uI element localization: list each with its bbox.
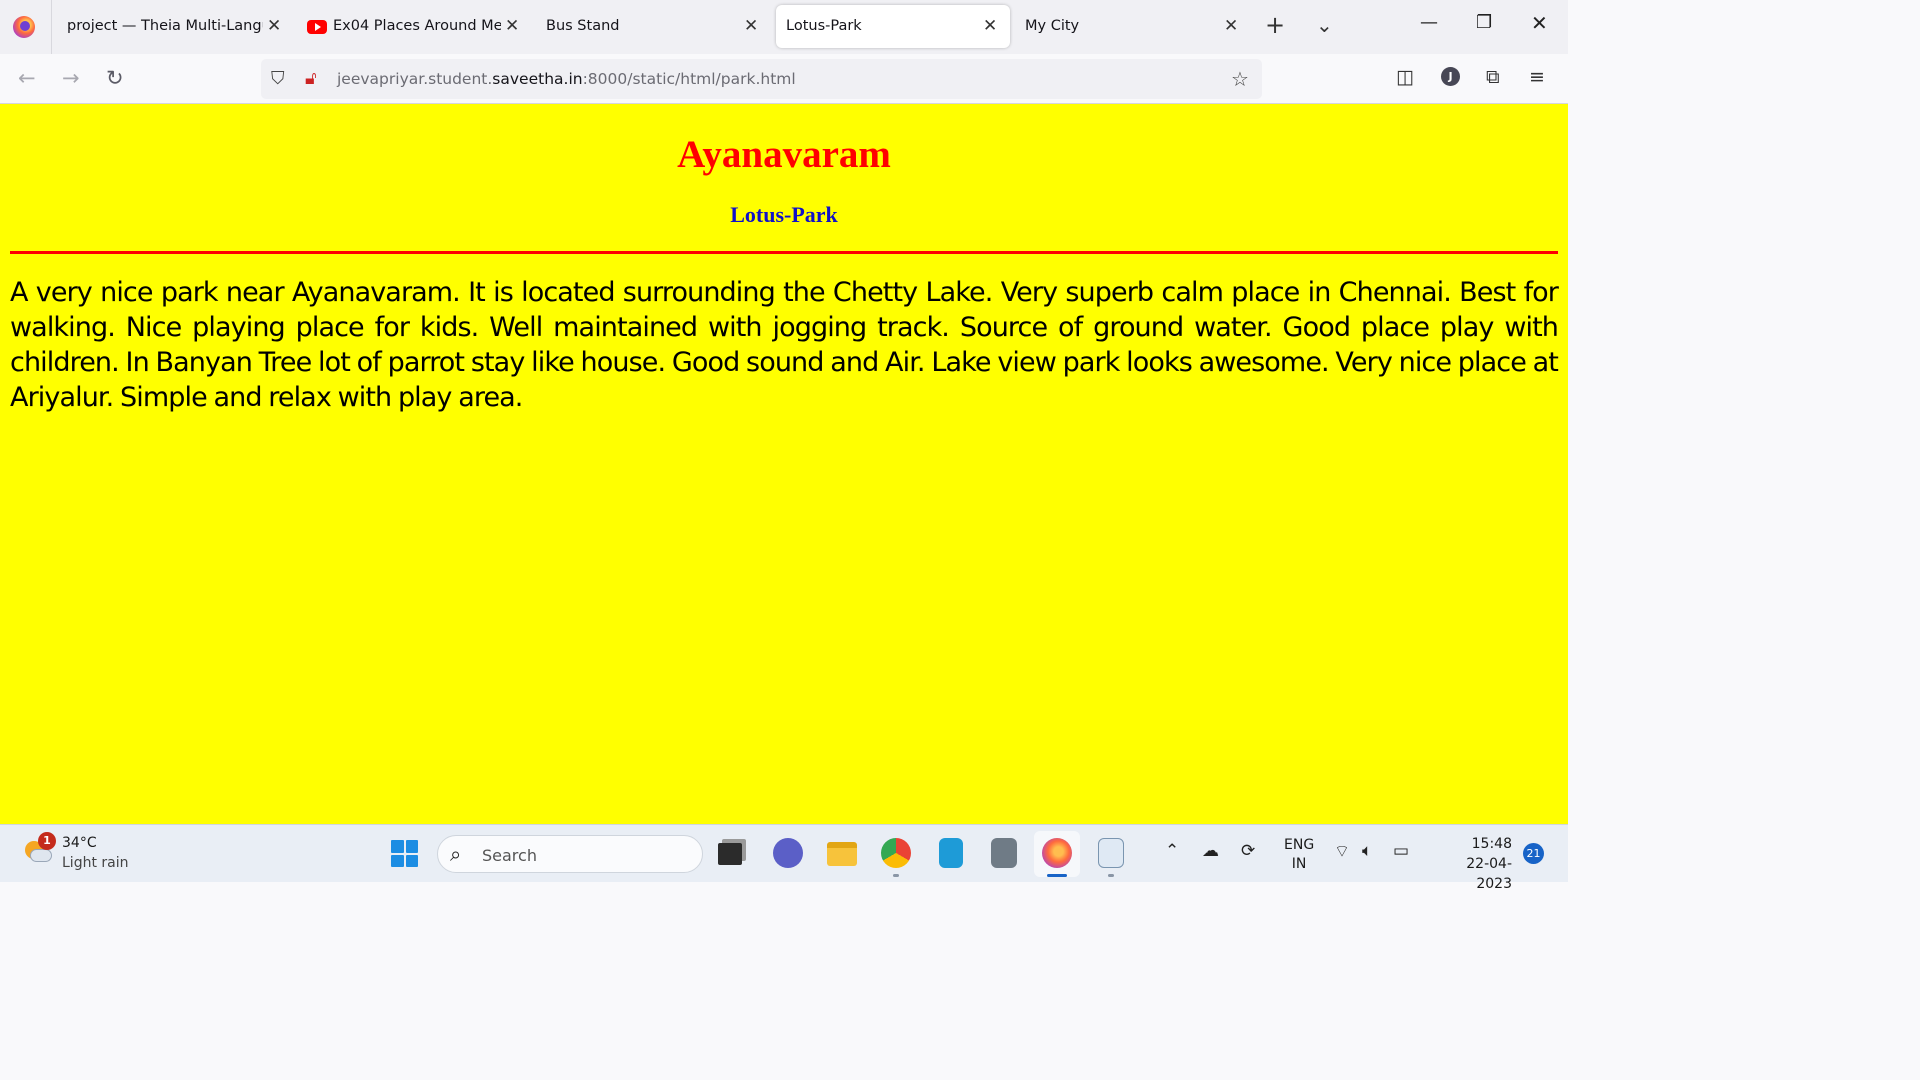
- close-icon[interactable]: ✕: [267, 16, 281, 36]
- search-label: Search: [482, 846, 537, 865]
- weather-badge: 1: [38, 832, 56, 850]
- hamburger-menu-icon[interactable]: ≡: [1529, 66, 1545, 88]
- active-indicator: [1047, 874, 1067, 877]
- new-tab-icon[interactable]: +: [1265, 11, 1285, 39]
- volume-icon[interactable]: 🔈︎: [1362, 841, 1372, 861]
- url-text[interactable]: jeevapriyar.student.saveetha.in:8000/sta…: [337, 70, 796, 88]
- tab-label: Lotus-Park: [786, 18, 862, 34]
- tab-bus-stand[interactable]: Bus Stand ✕: [535, 5, 769, 48]
- tab-strip: project — Theia Multi-Languag ✕ Ex04 Pla…: [0, 0, 1568, 54]
- chrome-icon[interactable]: [881, 838, 911, 868]
- clock-time: 15:48: [1471, 836, 1512, 852]
- account-avatar[interactable]: J: [1441, 67, 1460, 86]
- tab-label: Ex04 Places Around Me - Yo: [333, 18, 501, 34]
- insecure-lock-icon[interactable]: 🔓︎: [305, 68, 317, 89]
- wifi-icon[interactable]: ⌔: [1334, 841, 1350, 862]
- system-clock[interactable]: 15:48 22-04-2023: [1432, 834, 1512, 894]
- tab-separator: [51, 0, 52, 54]
- tab-label: project — Theia Multi-Languag: [67, 18, 263, 34]
- shield-icon[interactable]: ⛉: [271, 68, 285, 89]
- address-bar[interactable]: ⛉ 🔓︎ jeevapriyar.student.saveetha.in:800…: [261, 59, 1262, 99]
- bookmark-star-icon[interactable]: ☆: [1231, 67, 1249, 91]
- extensions-icon[interactable]: ⧉: [1486, 66, 1500, 88]
- battery-icon[interactable]: ▭: [1393, 841, 1409, 861]
- description-paragraph: A very nice park near Ayanavaram. It is …: [10, 277, 1559, 413]
- weather-condition[interactable]: Light rain: [62, 855, 129, 871]
- close-window-icon[interactable]: ✕: [1531, 11, 1548, 35]
- calculator-icon[interactable]: [991, 838, 1017, 868]
- back-arrow-icon[interactable]: ←: [18, 66, 36, 90]
- youtube-icon: [307, 20, 327, 34]
- restore-icon[interactable]: ❐: [1476, 12, 1492, 33]
- notification-badge[interactable]: 21: [1523, 843, 1544, 864]
- navigation-toolbar: ← → ↻ ⛉ 🔓︎ jeevapriyar.student.saveetha.…: [0, 54, 1568, 104]
- close-icon[interactable]: ✕: [505, 16, 519, 36]
- list-tabs-chevron-down-icon[interactable]: ⌄: [1316, 13, 1333, 37]
- show-hidden-icons-chevron-up-icon[interactable]: ⌃: [1165, 841, 1179, 861]
- tab-project-theia[interactable]: project — Theia Multi-Languag ✕: [56, 5, 296, 48]
- tab-lotus-park[interactable]: Lotus-Park ✕: [776, 5, 1010, 48]
- onedrive-cloud-icon[interactable]: ☁: [1202, 841, 1219, 861]
- notepad-icon[interactable]: [939, 838, 963, 868]
- running-indicator: [1108, 874, 1114, 877]
- taskbar-search[interactable]: ⌕ Search: [437, 835, 703, 873]
- region-code: IN: [1291, 856, 1307, 872]
- tab-my-city[interactable]: My City ✕: [1014, 5, 1248, 48]
- forward-arrow-icon[interactable]: →: [62, 66, 80, 90]
- task-view-icon[interactable]: [718, 843, 742, 865]
- close-icon[interactable]: ✕: [1224, 16, 1238, 36]
- firefox-menu-icon[interactable]: [13, 16, 35, 38]
- teams-chat-icon[interactable]: [773, 838, 803, 868]
- windows-start-icon[interactable]: [391, 840, 418, 867]
- page-heading: Ayanavaram: [677, 133, 891, 176]
- tab-ex04-places[interactable]: Ex04 Places Around Me - Yo ✕: [300, 5, 528, 48]
- running-indicator: [893, 874, 899, 877]
- search-icon: ⌕: [450, 842, 462, 866]
- weather-temperature[interactable]: 34°C: [62, 835, 97, 851]
- language-code: ENG: [1284, 837, 1315, 853]
- firefox-taskbar-icon[interactable]: [1042, 838, 1072, 868]
- taskbar: 1 34°C Light rain ⌕ Search ⌃ ☁ ⟳ ENG IN …: [0, 824, 1568, 892]
- sync-icon[interactable]: ⟳: [1241, 841, 1255, 861]
- language-indicator[interactable]: ENG IN: [1284, 836, 1314, 874]
- page-content: Ayanavaram Lotus-Park A very nice park n…: [0, 104, 1568, 824]
- paint-app-icon[interactable]: [1098, 838, 1124, 868]
- tab-label: Bus Stand: [546, 18, 620, 34]
- page-subheading: Lotus-Park: [730, 202, 838, 227]
- horizontal-rule: [10, 251, 1558, 254]
- file-explorer-icon[interactable]: [827, 842, 857, 866]
- pocket-icon[interactable]: ◫: [1396, 66, 1414, 88]
- close-icon[interactable]: ✕: [744, 16, 758, 36]
- minimize-icon[interactable]: —: [1420, 12, 1438, 33]
- tab-label: My City: [1025, 18, 1080, 34]
- clock-date: 22-04-2023: [1466, 856, 1512, 892]
- reload-icon[interactable]: ↻: [106, 66, 124, 90]
- close-icon[interactable]: ✕: [983, 16, 997, 36]
